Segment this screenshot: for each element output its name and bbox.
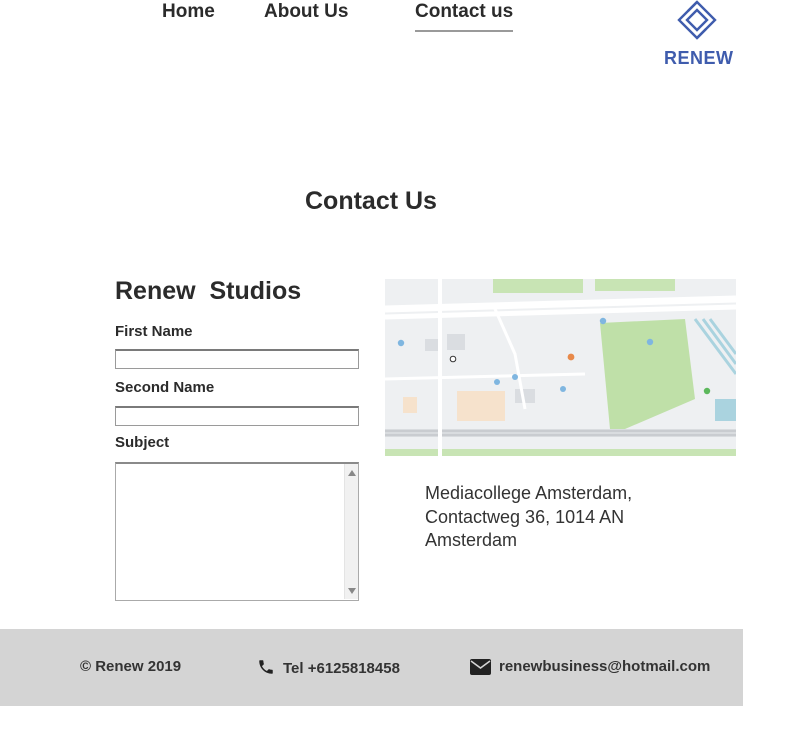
subject-field[interactable] bbox=[116, 464, 344, 599]
envelope-icon bbox=[470, 659, 491, 675]
first-name-field[interactable] bbox=[115, 349, 359, 369]
top-navigation: Home About Us Contact us RENEW bbox=[0, 0, 806, 80]
nav-contact-link[interactable]: Contact us bbox=[415, 0, 514, 32]
map-graphic bbox=[385, 279, 736, 456]
second-name-label: Second Name bbox=[115, 379, 215, 396]
scroll-up-arrow-icon[interactable] bbox=[348, 470, 356, 476]
page-title: Contact Us bbox=[305, 187, 437, 215]
phone-text[interactable]: Tel +6125818458 bbox=[283, 660, 400, 677]
address-text: Mediacollege Amsterdam, Contactweg 36, 1… bbox=[425, 483, 633, 550]
phone-icon bbox=[259, 660, 273, 674]
first-name-label: First Name bbox=[115, 323, 193, 340]
renew-logo[interactable]: RENEW bbox=[664, 0, 734, 70]
subject-label: Subject bbox=[115, 434, 170, 451]
subject-scrollbar[interactable] bbox=[344, 464, 358, 599]
second-name-field[interactable] bbox=[115, 406, 359, 426]
studio-title: Renew Studios bbox=[115, 277, 302, 305]
scroll-down-arrow-icon[interactable] bbox=[348, 588, 356, 594]
nav-about-link[interactable]: About Us bbox=[264, 0, 348, 24]
copyright-text: © Renew 2019 bbox=[80, 658, 182, 675]
logo-wordmark: RENEW bbox=[664, 48, 734, 68]
subject-field-wrapper bbox=[115, 462, 359, 601]
nav-home-link[interactable]: Home bbox=[162, 0, 215, 24]
footer: © Renew 2019 Tel +6125818458 renewbusine… bbox=[0, 629, 743, 706]
email-text[interactable]: renewbusiness@hotmail.com bbox=[499, 658, 710, 675]
location-map[interactable] bbox=[385, 279, 736, 456]
renew-diamond-logo-icon bbox=[677, 0, 717, 40]
